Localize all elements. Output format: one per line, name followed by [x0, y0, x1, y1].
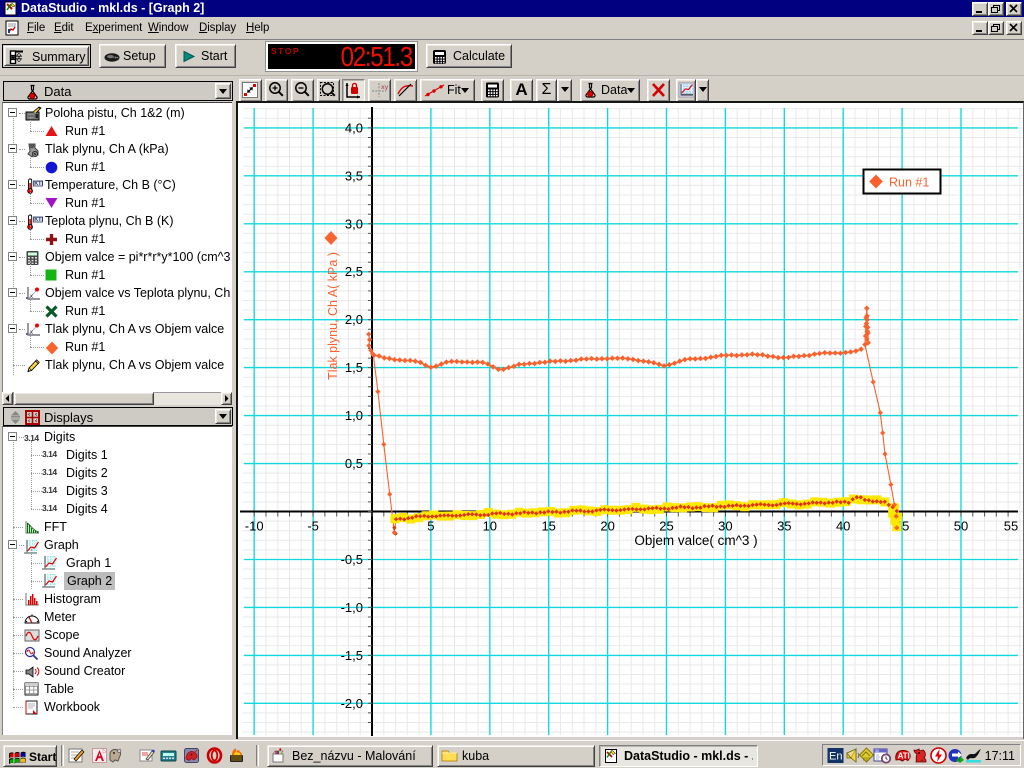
svg-text:xy: xy [381, 84, 389, 91]
svg-text:25: 25 [659, 519, 673, 534]
svg-text:-2,0: -2,0 [341, 696, 363, 711]
svg-text:Run #1: Run #1 [889, 176, 929, 190]
svg-text:-1,0: -1,0 [341, 600, 363, 615]
svg-text:3.14: 3.14 [42, 485, 57, 495]
svg-text:En: En [829, 751, 842, 763]
svg-text:3.14: 3.14 [42, 449, 57, 459]
svg-text:-10: -10 [245, 519, 264, 534]
svg-text:50: 50 [954, 519, 968, 534]
svg-text:1,5: 1,5 [345, 360, 363, 375]
svg-text:3.14: 3.14 [42, 467, 57, 477]
svg-text:3.14: 3.14 [42, 503, 57, 513]
svg-text:4,0: 4,0 [345, 120, 363, 135]
svg-text:40: 40 [836, 519, 850, 534]
svg-text:3,0: 3,0 [345, 216, 363, 231]
svg-text:Tlak plynu, Ch A( kPa ): Tlak plynu, Ch A( kPa ) [326, 252, 340, 380]
svg-text:KTD: KTD [34, 217, 43, 223]
svg-text:30: 30 [718, 519, 732, 534]
svg-text:2,0: 2,0 [345, 312, 363, 327]
svg-text:10: 10 [483, 519, 497, 534]
svg-text:5: 5 [427, 519, 434, 534]
svg-text:20: 20 [600, 519, 614, 534]
svg-text:35: 35 [777, 519, 791, 534]
svg-text:KTD: KTD [34, 181, 43, 187]
svg-text:-0,5: -0,5 [341, 552, 363, 567]
svg-text:-1,5: -1,5 [341, 648, 363, 663]
svg-text:3,5: 3,5 [345, 168, 363, 183]
svg-text:30: 30 [875, 749, 879, 753]
svg-text:0,5: 0,5 [345, 456, 363, 471]
svg-text:Objem valce( cm^3 ): Objem valce( cm^3 ) [634, 533, 757, 548]
svg-text:ATI: ATI [898, 752, 910, 761]
svg-text:1,0: 1,0 [345, 408, 363, 423]
svg-text:55: 55 [1004, 519, 1018, 534]
svg-text:2,5: 2,5 [345, 264, 363, 279]
svg-text:-5: -5 [307, 519, 319, 534]
svg-text:15: 15 [541, 519, 555, 534]
